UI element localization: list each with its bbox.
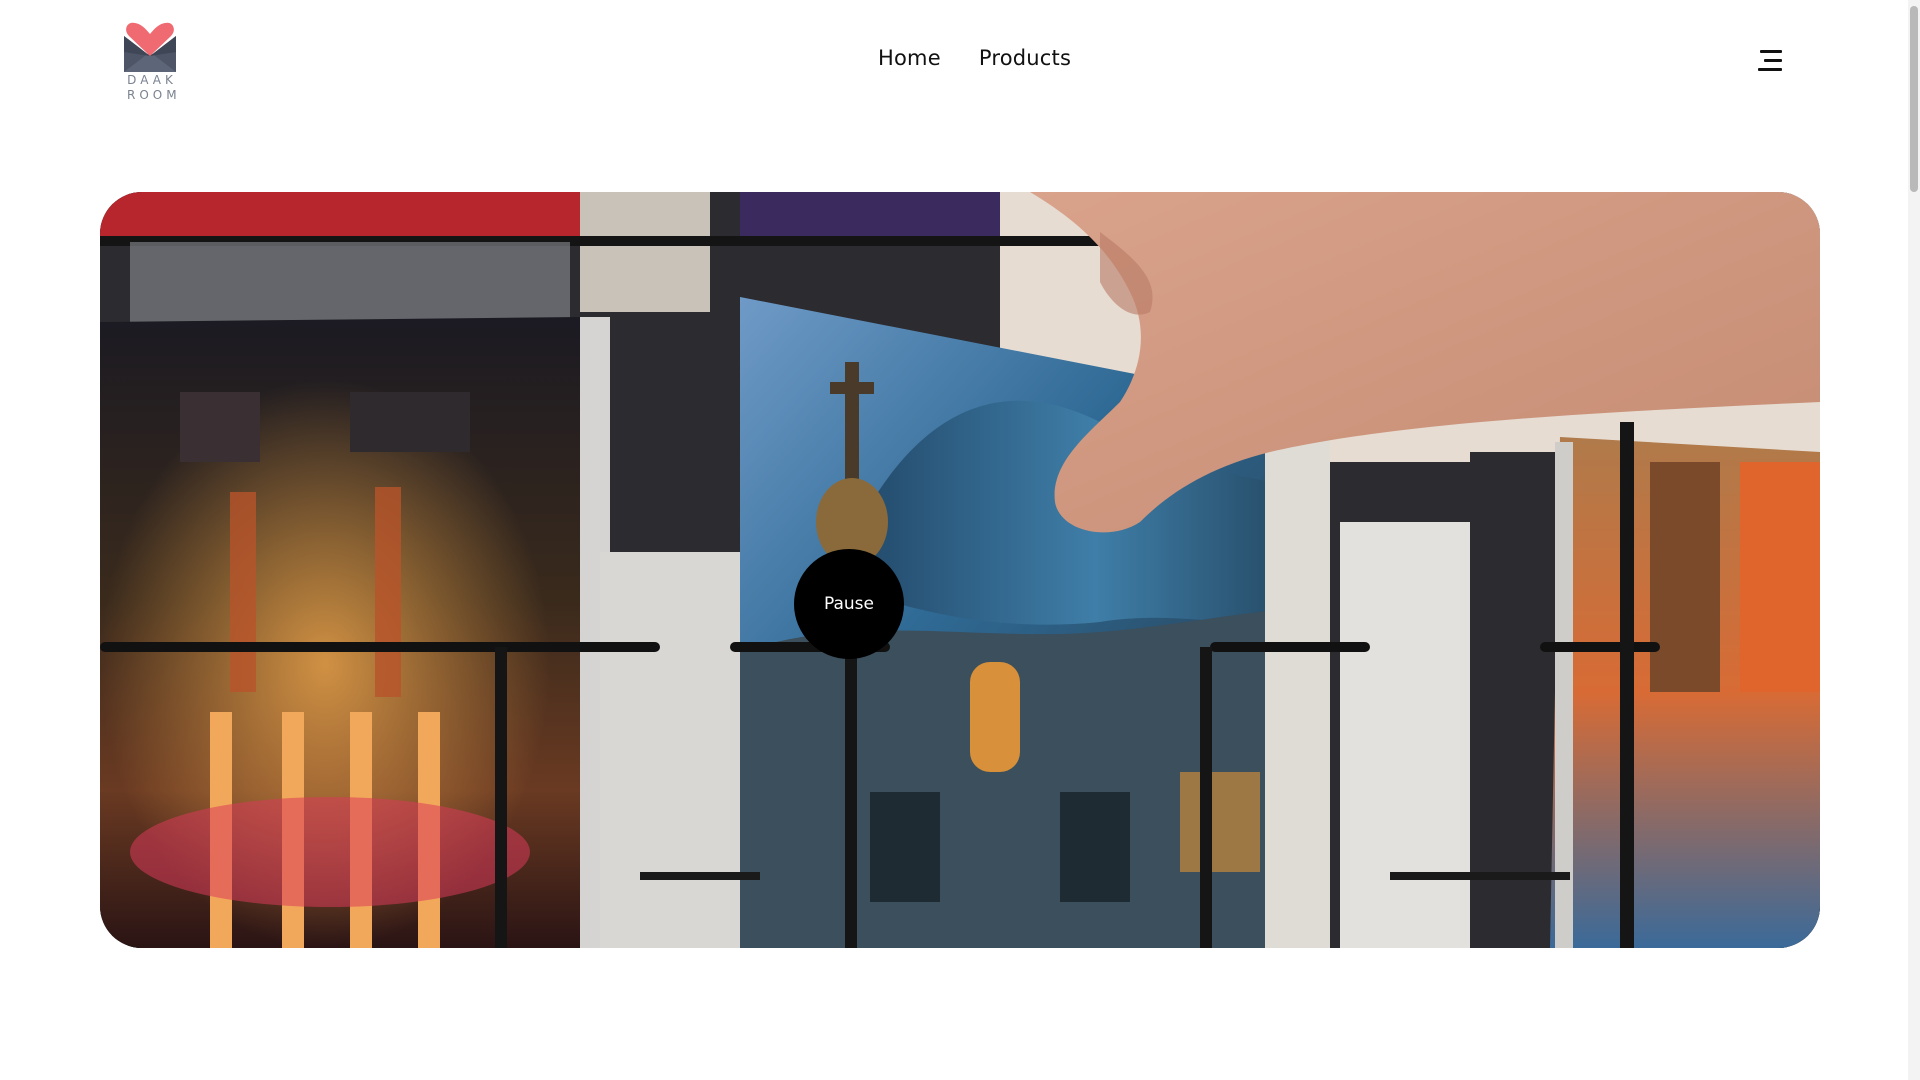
envelope-heart-icon [124,22,176,72]
nav-link-home[interactable]: Home [878,46,941,70]
logo-text-line1: DAAK [127,73,177,87]
brand-logo[interactable]: DAAK ROOM [123,22,177,104]
page-scrollbar[interactable] [1908,0,1920,1080]
nav-link-products[interactable]: Products [979,46,1071,70]
video-frame [100,192,1820,948]
hamburger-menu-icon[interactable] [1752,48,1782,74]
scrollbar-thumb[interactable] [1910,6,1918,192]
site-header: DAAK ROOM Home Products [0,0,1920,130]
logo-text-line2: ROOM [127,88,181,102]
main-nav: Home Products [878,46,1071,70]
pause-button[interactable]: Pause [794,549,904,659]
hero-video[interactable]: Pause [100,192,1820,948]
